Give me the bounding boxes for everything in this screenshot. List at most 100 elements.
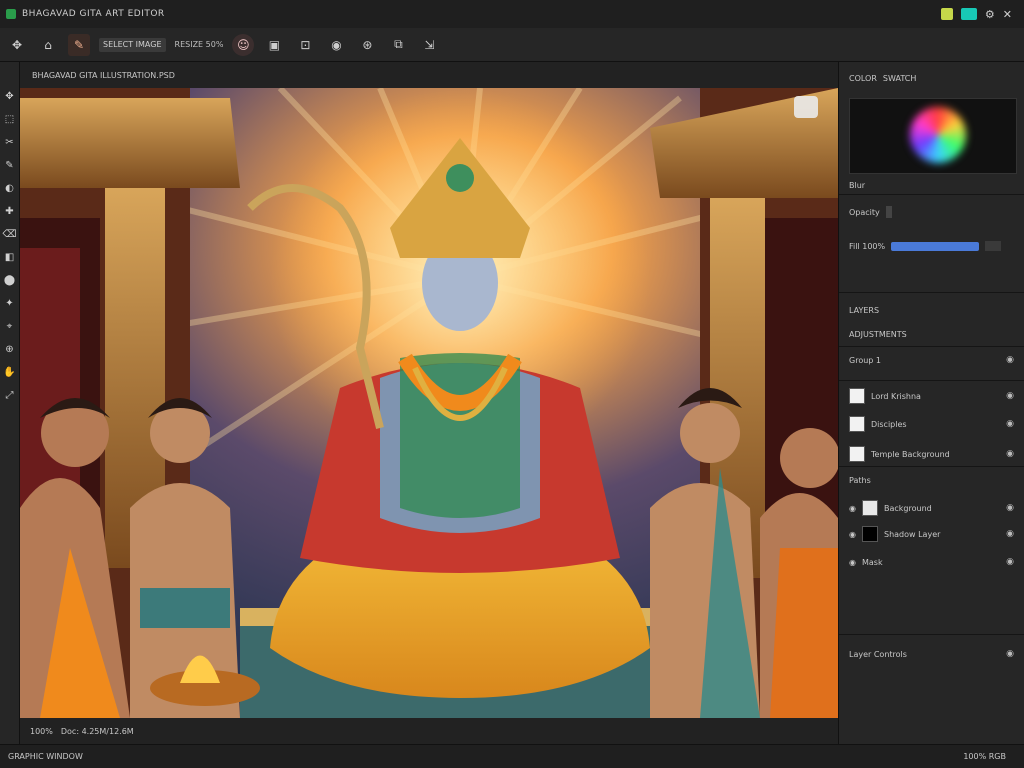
- crop-tool-icon[interactable]: ✂: [2, 134, 18, 150]
- layer-temple[interactable]: Temple Background ◉: [839, 444, 1024, 464]
- window-settings-icon[interactable]: ⚙: [985, 8, 995, 21]
- layer-temple-label: Temple Background: [871, 449, 950, 459]
- brush-icon[interactable]: ✎: [68, 33, 90, 56]
- layer-background[interactable]: ◉ Background ◉: [839, 498, 1024, 518]
- layer-shadow[interactable]: ◉ Shadow Layer ◉: [839, 524, 1024, 544]
- tab-swatch[interactable]: SWATCH: [883, 74, 916, 83]
- layer-group-1[interactable]: Group 1 ◉: [839, 350, 1024, 370]
- layer-thumbnail: [849, 446, 865, 462]
- layer-thumbnail: [849, 416, 865, 432]
- blend-row: Blur: [839, 176, 1024, 194]
- document-info: Doc: 4.25M/12.6M: [60, 726, 134, 736]
- eraser-tool-icon[interactable]: ⌫: [2, 226, 18, 242]
- transform-icon[interactable]: ⇲: [418, 34, 440, 56]
- layer-disciples-label: Disciples: [871, 419, 907, 429]
- window-swatch-teal[interactable]: [960, 8, 977, 20]
- layer-controls-label: Layer Controls: [849, 649, 907, 659]
- app-icon: [6, 9, 16, 19]
- document-title: BHAGAVAD GITA ILLUSTRATION.PSD: [32, 70, 175, 80]
- layer-krishna[interactable]: Lord Krishna ◉: [839, 386, 1024, 406]
- adjustments-title: ADJUSTMENTS: [849, 329, 907, 339]
- color-preview[interactable]: [849, 98, 1017, 174]
- select-tool-icon[interactable]: ⌖: [2, 318, 18, 334]
- layer-thumbnail: [849, 388, 865, 404]
- zoom-label: RESIZE 50%: [174, 40, 224, 49]
- blend-label: Blur: [849, 180, 866, 190]
- opacity-row: Opacity: [839, 204, 1024, 220]
- marquee-tool-icon[interactable]: ⬚: [2, 111, 18, 127]
- tool-strip: ✥ ⬚ ✂ ✎ ◐ ✚ ⌫ ◧ ⬤ ✦ ⌖ ⊕ ✋ ⤢: [0, 62, 20, 744]
- file-name-field[interactable]: SELECT IMAGE: [99, 37, 166, 52]
- eye-icon[interactable]: ◉: [1006, 355, 1014, 365]
- color-wheel[interactable]: [910, 107, 966, 163]
- artwork-canvas[interactable]: [20, 85, 840, 718]
- toolbar: ✥ ⌂ ✎ SELECT IMAGE RESIZE 50% ☺ ▣ ⊡ ◉ ⊛ …: [0, 28, 1024, 62]
- layer-link-icon: ◉: [849, 503, 856, 513]
- tab-color[interactable]: COLOR: [849, 74, 877, 83]
- dodge-tool-icon[interactable]: ◐: [2, 180, 18, 196]
- home-icon[interactable]: ⌂: [37, 34, 59, 56]
- fill-slider[interactable]: [891, 241, 980, 251]
- fill-label: Fill 100%: [849, 241, 886, 251]
- layers-title: LAYERS: [849, 305, 880, 315]
- eye-icon[interactable]: ◉: [1006, 503, 1014, 513]
- pen-tool-icon[interactable]: ✎: [2, 157, 18, 173]
- rotate-tool-icon[interactable]: ⤢: [2, 387, 18, 403]
- right-panel: COLOR SWATCH Blur Opacity Fill 100% LAYE…: [838, 62, 1024, 744]
- move-tool-icon[interactable]: ✥: [2, 88, 18, 104]
- fill-tool-icon[interactable]: ⬤: [2, 272, 18, 288]
- canvas-corner-badge[interactable]: [794, 96, 818, 118]
- image-icon[interactable]: ▣: [263, 34, 285, 56]
- status-bar: GRAPHIC WINDOW 100% RGB: [0, 744, 1024, 768]
- layer-controls: Layer Controls ◉: [839, 646, 1024, 662]
- layer-thumbnail: [861, 526, 878, 542]
- layer-shadow-label: Shadow Layer: [883, 529, 941, 539]
- fill-value-box[interactable]: [985, 241, 1002, 251]
- window-close-icon[interactable]: ✕: [1003, 8, 1012, 21]
- layers-header: LAYERS: [839, 302, 1024, 318]
- camera-icon[interactable]: ◉: [325, 34, 347, 56]
- adjustments-header: ADJUSTMENTS: [839, 326, 1024, 342]
- fill-row: Fill 100%: [839, 238, 1024, 254]
- healing-tool-icon[interactable]: ✚: [2, 203, 18, 219]
- window-controls: ⚙ ✕: [940, 8, 1018, 21]
- canvas-area[interactable]: [20, 85, 840, 718]
- layer-thumbnail: [861, 500, 878, 516]
- eye-icon[interactable]: ◉: [1006, 529, 1014, 539]
- layer-link-icon: ◉: [849, 529, 856, 539]
- status-left: GRAPHIC WINDOW: [8, 752, 83, 761]
- eye-icon[interactable]: ◉: [1006, 557, 1014, 567]
- paths-header: Paths: [839, 472, 1024, 488]
- hand-tool-icon[interactable]: ✋: [2, 364, 18, 380]
- shape-tool-icon[interactable]: ✦: [2, 295, 18, 311]
- crop-icon[interactable]: ⊡: [294, 34, 316, 56]
- zoom-tool-icon[interactable]: ⊕: [2, 341, 18, 357]
- move-tool-icon[interactable]: ✥: [6, 34, 28, 56]
- layer-background-label: Background: [883, 503, 932, 513]
- document-tab[interactable]: BHAGAVAD GITA ILLUSTRATION.PSD: [20, 62, 838, 88]
- user-icon[interactable]: ☺: [232, 33, 255, 56]
- opacity-label: Opacity: [849, 207, 880, 217]
- window-swatch-yellow[interactable]: [940, 8, 953, 20]
- layer-krishna-label: Lord Krishna: [871, 391, 921, 401]
- layer-link-icon: ◉: [849, 557, 856, 567]
- filter-icon[interactable]: ⊛: [356, 34, 378, 56]
- layer-group-1-label: Group 1: [849, 355, 881, 365]
- layer-disciples[interactable]: Disciples ◉: [839, 414, 1024, 434]
- eye-icon[interactable]: ◉: [1006, 449, 1014, 459]
- eye-icon[interactable]: ◉: [1006, 391, 1014, 401]
- layers-icon[interactable]: ⧉: [387, 34, 409, 56]
- paths-title: Paths: [849, 475, 871, 485]
- opacity-handle[interactable]: [885, 206, 892, 218]
- panel-tabs: COLOR SWATCH: [839, 70, 1024, 86]
- eye-icon[interactable]: ◉: [1006, 649, 1014, 659]
- canvas-footer: 100% Doc: 4.25M/12.6M: [20, 718, 838, 744]
- eye-icon[interactable]: ◉: [1006, 419, 1014, 429]
- document-zoom: 100%: [30, 726, 53, 736]
- layer-mask-label: Mask: [861, 557, 883, 567]
- status-right: 100% RGB: [963, 752, 1006, 761]
- layer-mask[interactable]: ◉ Mask ◉: [839, 552, 1024, 572]
- app-title: BHAGAVAD GITA ART EDITOR: [22, 9, 165, 19]
- gradient-tool-icon[interactable]: ◧: [2, 249, 18, 265]
- title-bar: BHAGAVAD GITA ART EDITOR ⚙ ✕: [0, 0, 1024, 28]
